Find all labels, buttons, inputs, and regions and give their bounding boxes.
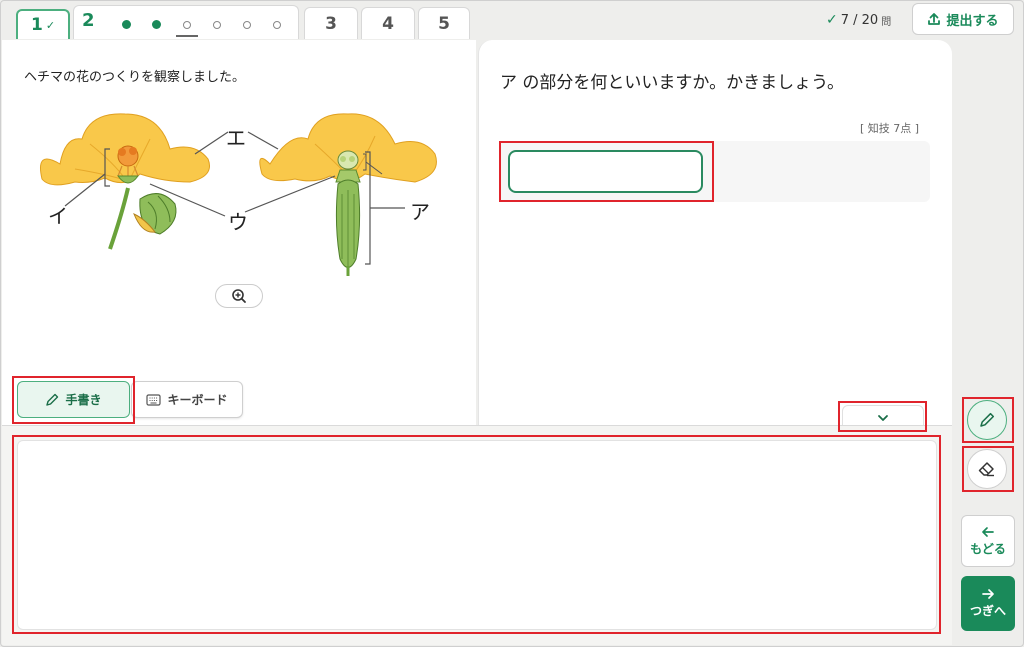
tab-question-1[interactable]: 1 ✓ [16, 9, 70, 39]
eraser-tool-button[interactable] [967, 449, 1007, 489]
current-indicator [176, 35, 198, 37]
problem-text: ヘチマの花のつくりを観察しました。 [24, 70, 246, 85]
label-u: ウ [228, 210, 248, 234]
tab-label: 1 [30, 15, 43, 35]
subquestion-dot-6[interactable] [273, 21, 281, 29]
score-label: [ 知技 7点 ] [860, 122, 920, 135]
question-text: ア の部分を何といいますか。かきましょう。 [500, 73, 845, 93]
tab-question-4[interactable]: 4 [361, 7, 415, 39]
label-e: エ [226, 126, 246, 150]
subquestion-dot-1[interactable] [122, 20, 131, 29]
progress-count: 7 / 20 [840, 12, 879, 28]
keyboard-label: キーボード [167, 393, 228, 407]
subquestion-dot-3[interactable] [183, 21, 191, 29]
tab-question-2[interactable]: 2 [73, 5, 299, 39]
back-label: もどる [970, 541, 1006, 556]
check-icon: ✓ [45, 18, 56, 32]
progress-unit: 問 [881, 16, 892, 28]
answer-input[interactable] [508, 150, 703, 193]
keyboard-mode-button[interactable]: キーボード [131, 381, 243, 418]
arrow-left-icon [982, 526, 994, 537]
handwriting-mode-button[interactable]: 手書き [17, 381, 130, 418]
next-button[interactable]: つぎへ [961, 576, 1015, 631]
tab-label: 5 [438, 13, 450, 34]
check-icon: ✓ [826, 12, 838, 28]
label-a: ア [410, 200, 430, 224]
chevron-down-icon [878, 415, 888, 421]
tab-label: 4 [382, 13, 394, 34]
pen-tool-button[interactable] [967, 400, 1007, 440]
submit-label: 提出する [946, 13, 999, 29]
handwriting-canvas[interactable] [17, 440, 937, 630]
subquestion-dot-5[interactable] [243, 21, 251, 29]
tab-question-5[interactable]: 5 [418, 7, 470, 39]
arrow-right-icon [982, 589, 994, 599]
back-button[interactable]: もどる [961, 515, 1015, 567]
pen-icon [980, 412, 995, 427]
tab-label: 3 [325, 13, 337, 34]
upload-icon [928, 13, 941, 25]
zoom-in-icon [232, 289, 246, 303]
tab-question-3[interactable]: 3 [304, 7, 358, 39]
pen-icon [46, 393, 59, 406]
question-panel [478, 40, 952, 425]
label-i: イ [48, 204, 68, 228]
eraser-icon [978, 462, 994, 477]
submit-button[interactable]: 提出する [912, 3, 1014, 35]
next-label: つぎへ [969, 604, 1006, 618]
subquestion-dot-4[interactable] [213, 21, 221, 29]
zoom-button[interactable] [215, 284, 263, 308]
progress-indicator: ✓ 7 / 20 問 [826, 12, 891, 28]
tab-label: 2 [82, 10, 95, 31]
subquestion-dot-2[interactable] [152, 20, 161, 29]
flower-diagram: エ イ ウ ア [30, 104, 450, 279]
handwriting-label: 手書き [65, 393, 102, 407]
keyboard-icon [146, 393, 162, 406]
